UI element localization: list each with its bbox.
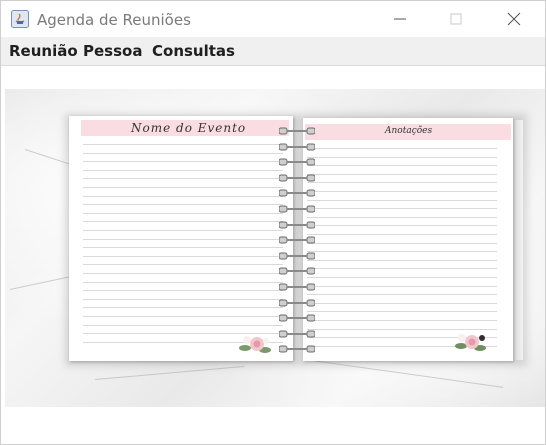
spiral-ring <box>278 278 316 291</box>
close-icon <box>507 12 521 26</box>
ruled-line <box>83 273 283 274</box>
spiral-ring <box>278 325 316 338</box>
spiral-ring <box>278 231 316 244</box>
title-bar[interactable]: Agenda de Reuniões <box>1 1 545 37</box>
menu-bar: Reunião Pessoa Consultas <box>1 37 545 66</box>
spiral-binding <box>277 122 317 358</box>
spiral-ring <box>278 184 316 197</box>
ruled-line <box>83 230 283 231</box>
ruled-line <box>307 268 497 270</box>
spiral-ring <box>278 216 316 229</box>
menu-pessoa[interactable]: Pessoa <box>83 42 142 60</box>
marble-vein <box>94 365 245 380</box>
ruled-line <box>83 255 283 257</box>
ruled-line <box>83 238 283 240</box>
ruled-line <box>83 221 283 223</box>
notebook-right-page: Anotações <box>303 118 513 361</box>
app-window: Agenda de Reuniões Reunião Pessoa Consul… <box>0 0 546 445</box>
notebook-right-edge <box>513 120 523 360</box>
ruled-line <box>307 216 497 218</box>
rose-bouquet-icon <box>239 336 271 353</box>
ruled-line <box>307 191 497 192</box>
close-button[interactable] <box>491 1 537 37</box>
spiral-ring <box>278 122 316 135</box>
ruled-line <box>307 277 497 278</box>
spiral-ring <box>278 309 316 322</box>
spiral-ring <box>278 340 316 353</box>
ruled-line <box>307 173 497 175</box>
ruled-line <box>307 302 497 304</box>
ruled-line <box>307 285 497 287</box>
ruled-line <box>83 298 283 300</box>
ruled-line <box>83 316 283 317</box>
ruled-line <box>83 187 283 188</box>
maximize-icon <box>450 13 462 25</box>
ruled-line <box>307 148 497 149</box>
spiral-ring <box>278 153 316 166</box>
ruled-line <box>83 161 283 163</box>
ruled-line <box>307 294 497 296</box>
spiral-ring <box>278 200 316 213</box>
ruled-line <box>83 178 283 180</box>
ruled-line <box>83 144 283 145</box>
ruled-line <box>307 234 497 235</box>
ruled-line <box>307 242 497 244</box>
ruled-line <box>307 156 497 158</box>
spiral-ring <box>278 247 316 260</box>
menu-consultas[interactable]: Consultas <box>152 42 235 60</box>
ruled-line <box>83 264 283 266</box>
ruled-line <box>83 290 283 292</box>
ruled-line <box>83 247 283 249</box>
ruled-line <box>307 311 497 313</box>
ruled-line <box>83 212 283 214</box>
java-app-icon[interactable] <box>11 10 29 28</box>
rose-bouquet-icon <box>455 334 486 351</box>
ruled-line <box>83 195 283 197</box>
content-area: Nome do Evento Anotações <box>1 66 545 444</box>
maximize-button[interactable] <box>433 1 479 37</box>
menu-reuniao[interactable]: Reunião <box>9 42 78 60</box>
content-bottom-area <box>5 407 545 443</box>
ruled-line <box>83 152 283 154</box>
left-page-title: Nome do Evento <box>131 121 247 135</box>
minimize-button[interactable] <box>377 1 423 37</box>
ruled-line <box>307 259 497 261</box>
ruled-line <box>307 251 497 253</box>
ruled-line <box>307 320 497 321</box>
ruled-line <box>83 169 283 171</box>
ruled-line <box>307 208 497 210</box>
window-title: Agenda de Reuniões <box>37 11 191 29</box>
ruled-line <box>307 165 497 167</box>
ruled-line <box>83 324 283 326</box>
ruled-line <box>307 199 497 201</box>
ruled-line <box>83 204 283 206</box>
minimize-icon <box>394 18 406 20</box>
spiral-ring <box>278 138 316 151</box>
ruled-line <box>83 307 283 309</box>
right-page-title: Anotações <box>385 126 433 136</box>
ruled-line <box>83 281 283 283</box>
spiral-ring <box>278 262 316 275</box>
ruled-line <box>307 182 497 184</box>
notebook-left-page: Nome do Evento <box>69 116 293 361</box>
spiral-ring <box>278 169 316 182</box>
ruled-line <box>307 225 497 227</box>
spiral-ring <box>278 294 316 307</box>
